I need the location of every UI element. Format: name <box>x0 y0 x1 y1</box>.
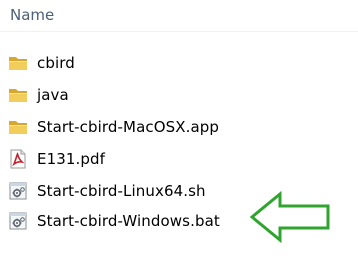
file-row-cbird[interactable]: cbird <box>8 49 248 77</box>
green-arrow-annotation <box>250 191 330 243</box>
folder-icon <box>9 121 27 134</box>
script-icon <box>9 182 27 200</box>
file-row-java[interactable]: java <box>8 81 248 109</box>
folder-icon <box>9 57 27 70</box>
file-name: Start-cbird-MacOSX.app <box>37 118 220 136</box>
file-row-start-cbird-windows-bat[interactable]: Start-cbird-Windows.bat <box>8 207 248 235</box>
file-explorer-pane: Name cbird java Start-cbird-MacOSX.app E… <box>0 0 358 258</box>
file-row-e131-pdf[interactable]: E131.pdf <box>8 145 248 173</box>
file-row-start-cbird-linux64-sh[interactable]: Start-cbird-Linux64.sh <box>8 177 248 205</box>
folder-icon <box>9 89 27 102</box>
header-divider <box>0 31 358 32</box>
file-name: java <box>37 86 69 104</box>
name-column-header[interactable]: Name <box>10 6 54 24</box>
file-name: Start-cbird-Linux64.sh <box>37 182 206 200</box>
script-icon <box>9 212 27 230</box>
pdf-icon <box>10 149 26 169</box>
file-name: Start-cbird-Windows.bat <box>37 212 220 230</box>
file-name: cbird <box>37 54 75 72</box>
file-row-start-cbird-macosx-app[interactable]: Start-cbird-MacOSX.app <box>8 113 248 141</box>
file-name: E131.pdf <box>37 150 105 168</box>
